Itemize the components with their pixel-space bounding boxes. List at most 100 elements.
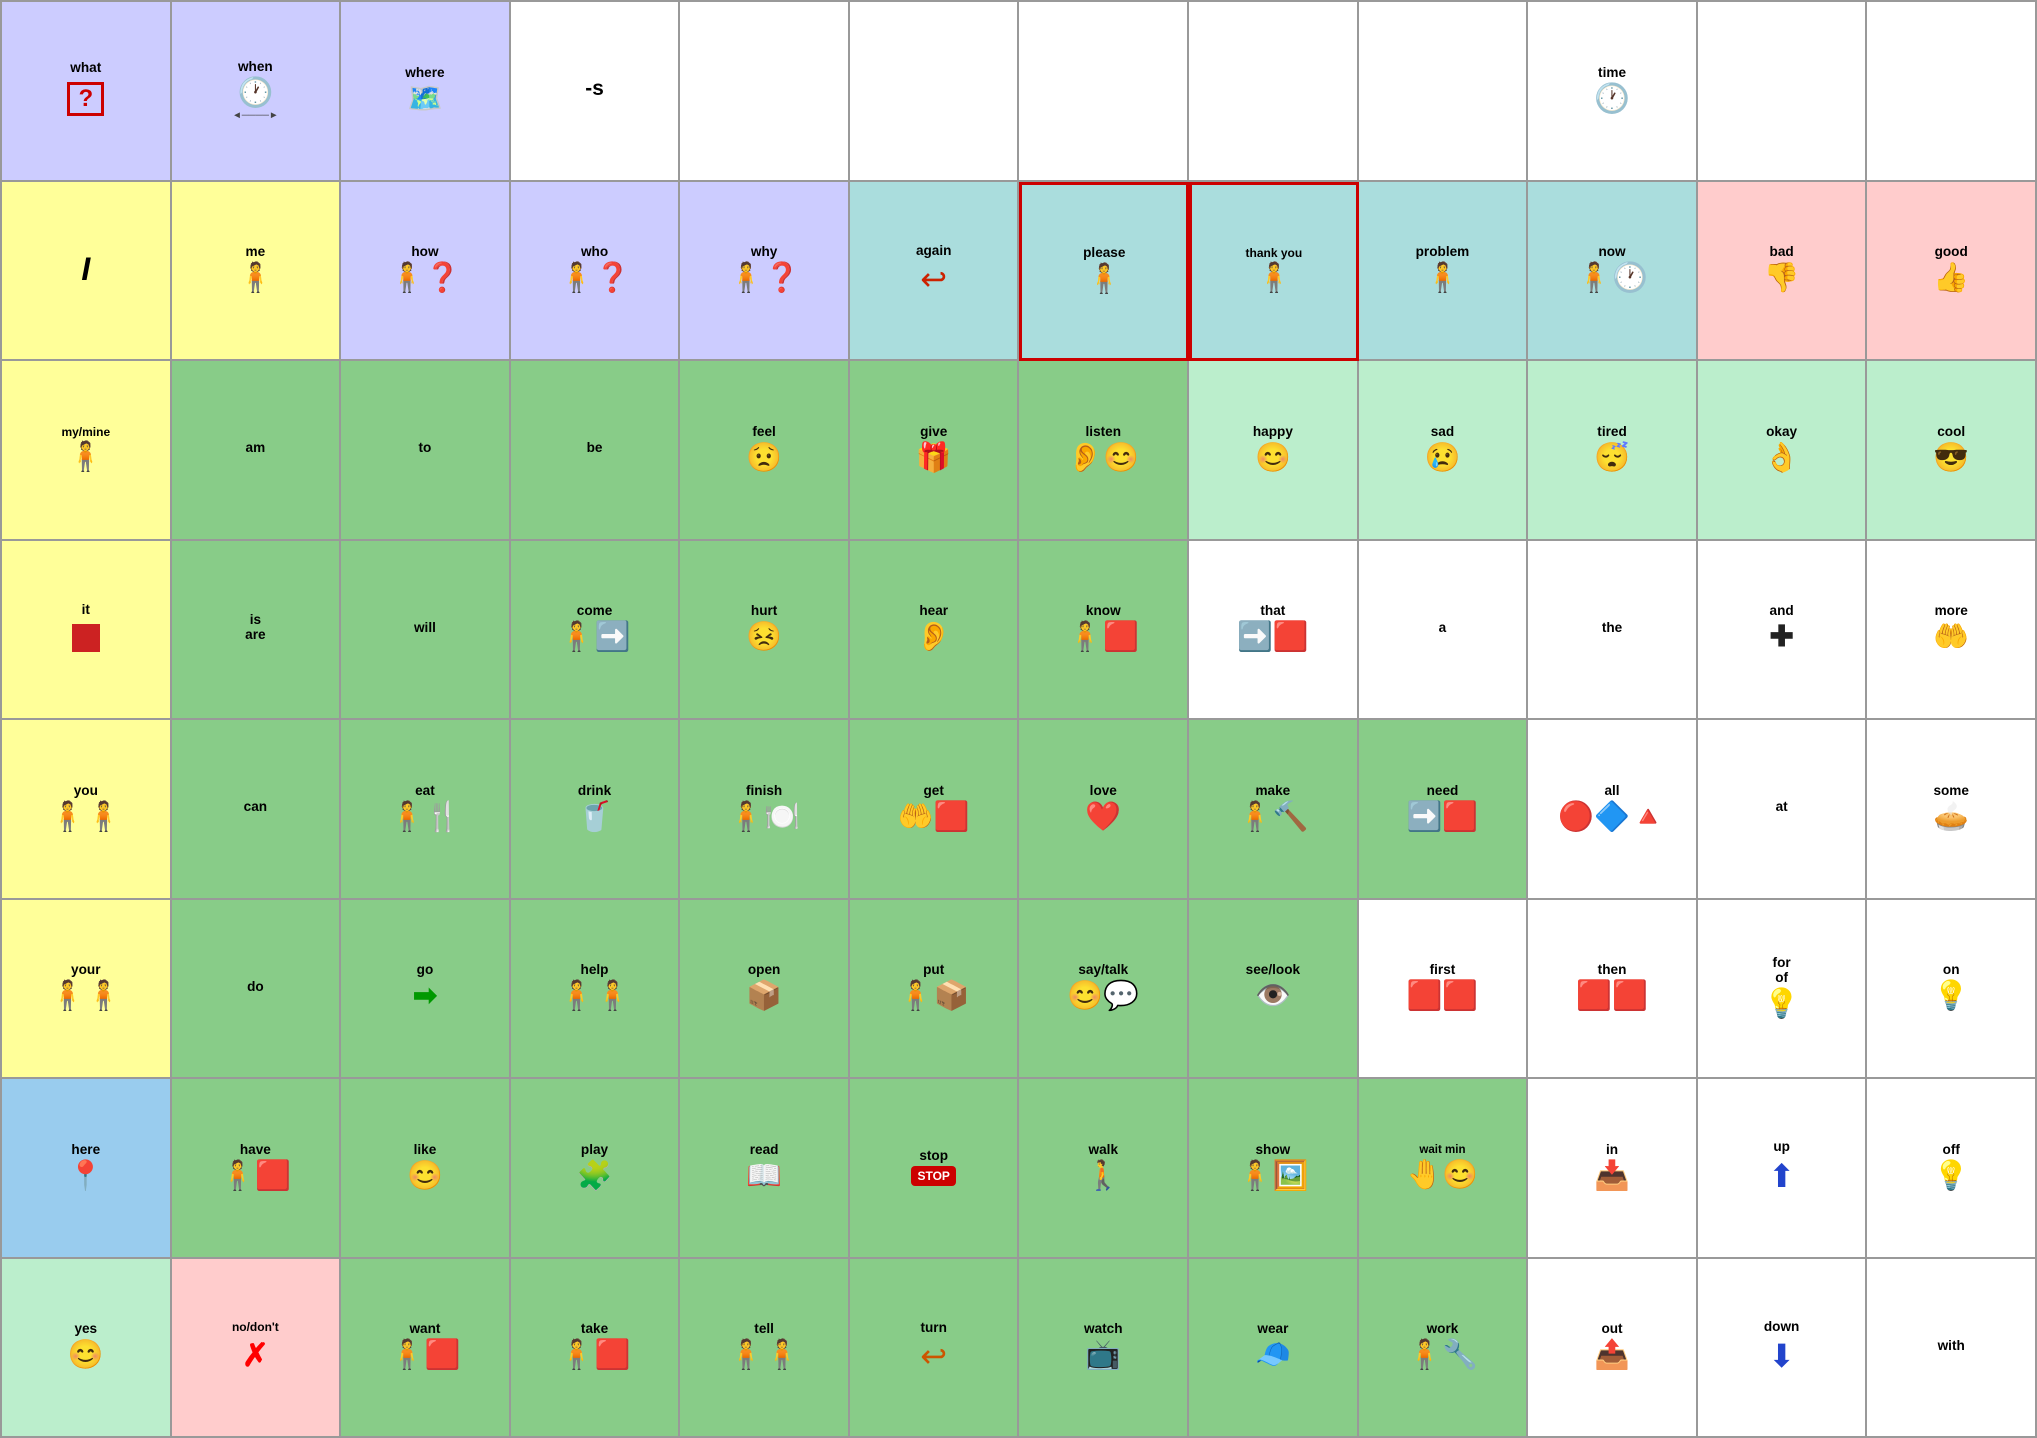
cell-up[interactable]: up ⬆ — [1698, 1079, 1868, 1259]
cell-where[interactable]: where 🗺️ — [341, 2, 511, 182]
cell-eat[interactable]: eat 🧍🍴 — [341, 720, 511, 900]
cell-you[interactable]: you 🧍🧍 — [2, 720, 172, 900]
cell-a[interactable]: a — [1359, 541, 1529, 721]
cell-want[interactable]: want 🧍🟥 — [341, 1259, 511, 1438]
cell-is-are[interactable]: isare — [172, 541, 342, 721]
cell-again[interactable]: again ↩ — [850, 182, 1020, 362]
cell-some[interactable]: some 🥧 — [1867, 720, 2037, 900]
cell-out[interactable]: out 📤 — [1528, 1259, 1698, 1438]
cell-watch[interactable]: watch 📺 — [1019, 1259, 1189, 1438]
cell-it[interactable]: it — [2, 541, 172, 721]
cell-bad[interactable]: bad 👎 — [1698, 182, 1868, 362]
cell-be[interactable]: be — [511, 361, 681, 541]
label-is-are: isare — [245, 613, 265, 643]
cell-have[interactable]: have 🧍🟥 — [172, 1079, 342, 1259]
label-eat: eat — [415, 784, 435, 799]
cell-open[interactable]: open 📦 — [680, 900, 850, 1080]
cell-am[interactable]: am — [172, 361, 342, 541]
cell-show[interactable]: show 🧍🖼️ — [1189, 1079, 1359, 1259]
cell-hear[interactable]: hear 👂 — [850, 541, 1020, 721]
cell-seelook[interactable]: see/look 👁️ — [1189, 900, 1359, 1080]
cell-in[interactable]: in 📥 — [1528, 1079, 1698, 1259]
cell-come[interactable]: come 🧍➡️ — [511, 541, 681, 721]
cell-know[interactable]: know 🧍🟥 — [1019, 541, 1189, 721]
cell-why[interactable]: why 🧍❓ — [680, 182, 850, 362]
cell-all[interactable]: all 🔴🔷🔺 — [1528, 720, 1698, 900]
cell-put[interactable]: put 🧍📦 — [850, 900, 1020, 1080]
cell-forof[interactable]: forof 💡 — [1698, 900, 1868, 1080]
cell-can[interactable]: can — [172, 720, 342, 900]
cell-work[interactable]: work 🧍🔧 — [1359, 1259, 1529, 1438]
cell-and[interactable]: and ✚ — [1698, 541, 1868, 721]
cell-waitmin[interactable]: wait min 🤚😊 — [1359, 1079, 1529, 1259]
cell-saytalk[interactable]: say/talk 😊💬 — [1019, 900, 1189, 1080]
cell-stop[interactable]: stop STOP — [850, 1079, 1020, 1259]
label-off: off — [1943, 1143, 1960, 1158]
cell-take[interactable]: take 🧍🟥 — [511, 1259, 681, 1438]
cell-more[interactable]: more 🤲 — [1867, 541, 2037, 721]
cell-wear[interactable]: wear 🧢 — [1189, 1259, 1359, 1438]
label-help: help — [581, 963, 609, 978]
cell-finish[interactable]: finish 🧍🍽️ — [680, 720, 850, 900]
cell-who[interactable]: who 🧍❓ — [511, 182, 681, 362]
cell-give[interactable]: give 🎁 — [850, 361, 1020, 541]
cell-good[interactable]: good 👍 — [1867, 182, 2037, 362]
cell-feel[interactable]: feel 😟 — [680, 361, 850, 541]
cell-tired[interactable]: tired 😴 — [1528, 361, 1698, 541]
cell-read[interactable]: read 📖 — [680, 1079, 850, 1259]
cell-walk[interactable]: walk 🚶 — [1019, 1079, 1189, 1259]
cell-love[interactable]: love ❤️ — [1019, 720, 1189, 900]
cell-okay[interactable]: okay 👌 — [1698, 361, 1868, 541]
icon-love: ❤️ — [1085, 803, 1121, 832]
cell-first[interactable]: first 🟥🟥 — [1359, 900, 1529, 1080]
cell-with[interactable]: with — [1867, 1259, 2037, 1438]
cell-then[interactable]: then 🟥🟥 — [1528, 900, 1698, 1080]
cell-on[interactable]: on 💡 — [1867, 900, 2037, 1080]
cell-thankyou[interactable]: thank you 🧍 — [1189, 182, 1359, 362]
cell-please[interactable]: please 🧍 — [1019, 182, 1189, 362]
label-come: come — [577, 604, 613, 619]
cell-cool[interactable]: cool 😎 — [1867, 361, 2037, 541]
cell-go[interactable]: go ➡ — [341, 900, 511, 1080]
cell-turn[interactable]: turn ↩ — [850, 1259, 1020, 1438]
cell-mymine[interactable]: my/mine 🧍 — [2, 361, 172, 541]
icon-please: 🧍 — [1086, 265, 1122, 294]
cell-that[interactable]: that ➡️🟥 — [1189, 541, 1359, 721]
cell-help[interactable]: help 🧍🧍 — [511, 900, 681, 1080]
cell-play[interactable]: play 🧩 — [511, 1079, 681, 1259]
cell-nodont[interactable]: no/don't ✗ — [172, 1259, 342, 1438]
cell-me[interactable]: me 🧍 — [172, 182, 342, 362]
cell-now[interactable]: now 🧍🕐 — [1528, 182, 1698, 362]
cell-your[interactable]: your 🧍🧍 — [2, 900, 172, 1080]
cell-here[interactable]: here 📍 — [2, 1079, 172, 1259]
cell-happy[interactable]: happy 😊 — [1189, 361, 1359, 541]
cell-need[interactable]: need ➡️🟥 — [1359, 720, 1529, 900]
cell-problem[interactable]: problem 🧍 — [1359, 182, 1529, 362]
cell-get[interactable]: get 🤲🟥 — [850, 720, 1020, 900]
cell-suffix-s[interactable]: -s — [511, 2, 681, 182]
label-wear: wear — [1257, 1322, 1288, 1337]
cell-hurt[interactable]: hurt 😣 — [680, 541, 850, 721]
cell-I[interactable]: I — [2, 182, 172, 362]
cell-yes[interactable]: yes 😊 — [2, 1259, 172, 1438]
cell-how[interactable]: how 🧍❓ — [341, 182, 511, 362]
cell-when[interactable]: when 🕐 ◄────► — [172, 2, 342, 182]
cell-what[interactable]: what ? — [2, 2, 172, 182]
cell-do[interactable]: do — [172, 900, 342, 1080]
cell-listen[interactable]: listen 👂😊 — [1019, 361, 1189, 541]
cell-down[interactable]: down ⬇ — [1698, 1259, 1868, 1438]
cell-at[interactable]: at — [1698, 720, 1868, 900]
cell-off[interactable]: off 💡 — [1867, 1079, 2037, 1259]
cell-tell[interactable]: tell 🧍🧍 — [680, 1259, 850, 1438]
label-okay: okay — [1766, 425, 1797, 440]
icon-then: 🟥🟥 — [1576, 982, 1648, 1011]
cell-make[interactable]: make 🧍🔨 — [1189, 720, 1359, 900]
cell-will[interactable]: will — [341, 541, 511, 721]
cell-to[interactable]: to — [341, 361, 511, 541]
cell-time[interactable]: time 🕐 — [1528, 2, 1698, 182]
cell-sad[interactable]: sad 😢 — [1359, 361, 1529, 541]
cell-like[interactable]: like 😊 — [341, 1079, 511, 1259]
cell-drink[interactable]: drink 🥤 — [511, 720, 681, 900]
cell-the[interactable]: the — [1528, 541, 1698, 721]
cell-empty-r0c7 — [1189, 2, 1359, 182]
